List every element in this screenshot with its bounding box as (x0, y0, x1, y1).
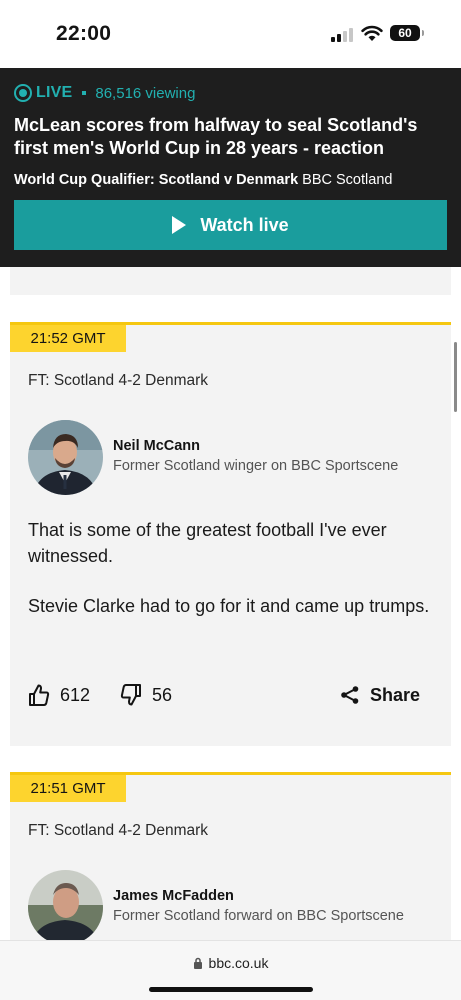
post-summary: FT: Scotland 4-2 Denmark (28, 372, 209, 389)
play-icon (172, 216, 187, 234)
live-icon (14, 84, 32, 102)
share-icon (341, 686, 359, 704)
contributor-role: Former Scotland winger on BBC Sportscene (113, 458, 399, 474)
dislike-button[interactable]: 56 (120, 683, 172, 707)
status-bar: 22:00 60 (0, 0, 461, 68)
post-timestamp: 21:52 GMT (10, 325, 126, 352)
live-header: LIVE 86,516 viewing McLean scores from h… (0, 68, 461, 267)
live-label: LIVE (36, 84, 73, 101)
share-label: Share (369, 684, 420, 705)
avatar (28, 870, 103, 945)
post-summary: FT: Scotland 4-2 Denmark (28, 822, 209, 839)
url-text: bbc.co.uk (208, 955, 269, 971)
dislike-count: 56 (152, 684, 173, 705)
match-title: World Cup Qualifier: Scotland v Denmark (14, 172, 299, 188)
watch-live-label: Watch live (200, 214, 289, 235)
status-time: 22:00 (56, 22, 112, 45)
post-paragraph: That is some of the greatest football I'… (28, 520, 387, 566)
viewer-count: 86,516 viewing (95, 84, 196, 102)
browser-url-bar[interactable]: bbc.co.uk (0, 940, 461, 1000)
battery-icon: 60 (390, 25, 424, 41)
contributor-name: James McFadden (113, 888, 234, 904)
separator-dot (82, 91, 87, 95)
home-indicator[interactable] (149, 987, 313, 992)
live-status-row: LIVE 86,516 viewing (14, 84, 195, 102)
live-post: 21:52 GMT FT: Scotland 4-2 Denmark Neil … (10, 322, 451, 746)
post-timestamp: 21:51 GMT (10, 775, 126, 802)
url-display[interactable]: bbc.co.uk (0, 955, 461, 971)
contributor-role: Former Scotland forward on BBC Sportscen… (113, 908, 404, 924)
match-info: World Cup Qualifier: Scotland v Denmark … (14, 172, 392, 188)
broadcaster: BBC Scotland (302, 172, 393, 188)
wifi-icon (361, 25, 383, 41)
contributor-name: Neil McCann (113, 438, 201, 454)
live-headline[interactable]: McLean scores from halfway to seal Scotl… (14, 114, 444, 160)
previous-post-card (10, 267, 451, 295)
signal-icon (331, 28, 353, 42)
like-button[interactable]: 612 (28, 683, 90, 707)
lock-icon (193, 957, 202, 969)
avatar (28, 420, 103, 495)
post-body: That is some of the greatest football I'… (28, 517, 438, 619)
post-paragraph: Stevie Clarke had to go for it and came … (28, 596, 430, 616)
share-button[interactable]: Share (340, 685, 420, 706)
post-reactions: 612 56 Share (28, 681, 420, 709)
thumbs-up-icon (29, 684, 50, 706)
watch-live-button[interactable]: Watch live (14, 200, 447, 250)
scrollbar[interactable] (454, 342, 457, 412)
like-count: 612 (60, 684, 91, 705)
thumbs-down-icon (120, 684, 142, 706)
live-post: 21:51 GMT FT: Scotland 4-2 Denmark James… (10, 772, 451, 945)
